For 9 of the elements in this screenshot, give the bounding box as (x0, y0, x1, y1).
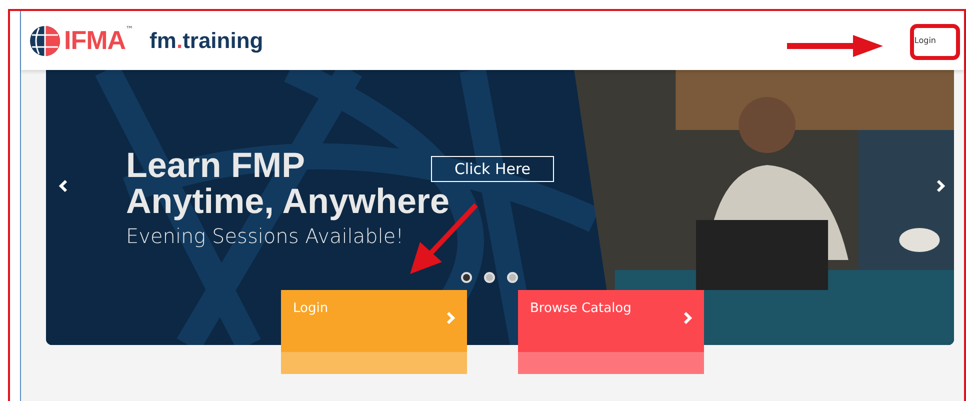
click-here-button[interactable]: Click Here (431, 156, 554, 182)
globe-icon (29, 24, 61, 56)
highlight-frame (910, 24, 960, 60)
chevron-icon (445, 311, 457, 325)
chevron-icon (682, 311, 694, 325)
trademark-mark: ™ (126, 25, 134, 34)
banner-subtitle: Evening Sessions Available! (126, 224, 405, 248)
logo-text: IFMA (64, 25, 126, 56)
site-name: fm.training (150, 28, 264, 54)
